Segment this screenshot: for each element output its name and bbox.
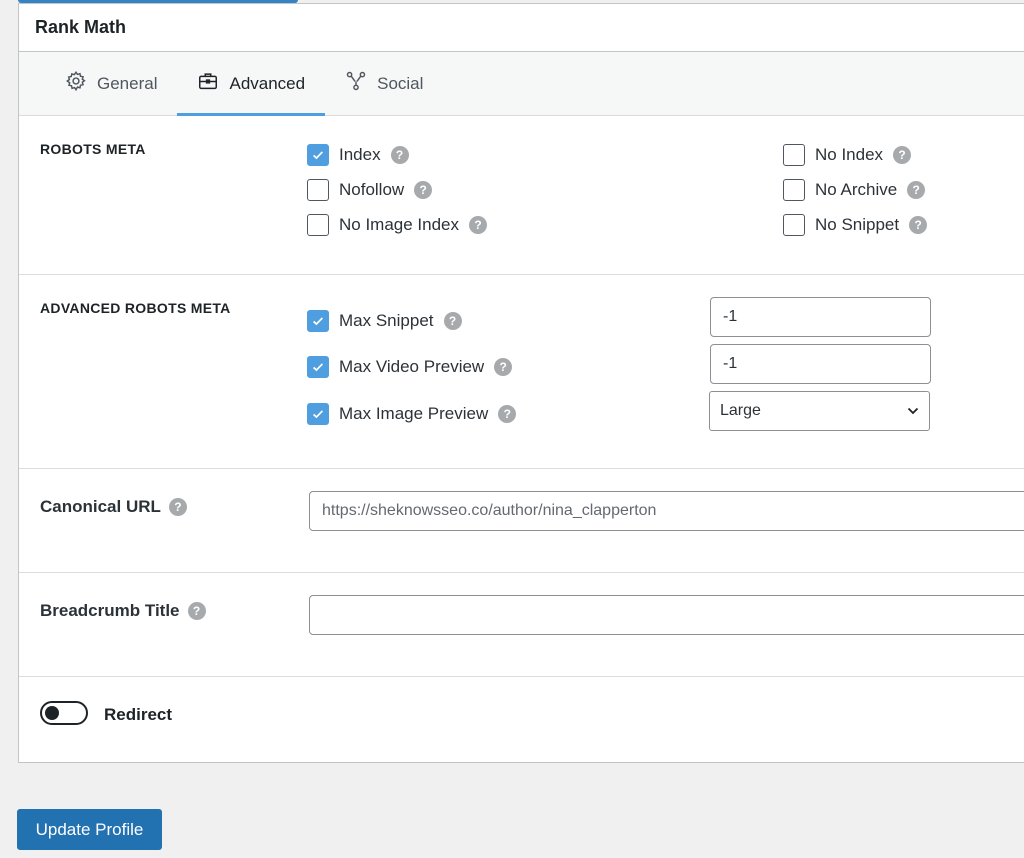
option-no-image-index[interactable]: No Image Index ?: [307, 214, 488, 236]
max-video-preview-input[interactable]: -1: [710, 344, 931, 384]
option-no-snippet[interactable]: No Snippet ?: [783, 214, 928, 236]
option-label: No Archive: [815, 180, 898, 199]
canonical-section: Canonical URL ? https://sheknowsseo.co/a…: [19, 469, 1024, 573]
canonical-label: Canonical URL: [40, 497, 161, 516]
checkbox-max-snippet[interactable]: [307, 310, 329, 332]
gear-icon: [65, 70, 87, 97]
check-icon: [313, 151, 324, 160]
option-label: Max Snippet: [339, 311, 434, 330]
check-icon: [313, 410, 324, 419]
option-label: Max Image Preview: [339, 404, 489, 423]
option-label: Nofollow: [339, 180, 405, 199]
max-snippet-input[interactable]: -1: [710, 297, 931, 337]
update-profile-button[interactable]: Update Profile: [17, 809, 162, 850]
chevron-down-icon: [907, 407, 919, 415]
canonical-url-input[interactable]: https://sheknowsseo.co/author/nina_clapp…: [309, 491, 1024, 531]
tab-advanced-label: Advanced: [229, 73, 306, 93]
select-value: Large: [720, 402, 761, 419]
option-label: Max Video Preview: [339, 357, 485, 376]
toolbox-icon: [197, 70, 219, 97]
checkbox-max-image-preview[interactable]: [307, 403, 329, 425]
help-icon[interactable]: ?: [187, 602, 206, 620]
help-icon[interactable]: ?: [168, 498, 187, 516]
option-max-image-preview[interactable]: Max Image Preview ?: [307, 403, 517, 425]
toggle-knob: [45, 706, 59, 720]
checkbox-no-image-index[interactable]: [307, 214, 329, 236]
check-icon: [313, 363, 324, 372]
checkbox-max-video-preview[interactable]: [307, 356, 329, 378]
breadcrumb-title-input[interactable]: [309, 595, 1024, 635]
option-max-video-preview[interactable]: Max Video Preview ?: [307, 356, 513, 378]
help-icon[interactable]: ?: [498, 405, 517, 423]
check-icon: [313, 317, 324, 326]
option-label: No Image Index: [339, 215, 460, 234]
tab-advanced[interactable]: Advanced: [177, 52, 325, 116]
help-icon[interactable]: ?: [494, 358, 513, 376]
tab-bar: General Advanced Social: [19, 52, 1024, 116]
option-no-index[interactable]: No Index ?: [783, 144, 912, 166]
option-max-snippet[interactable]: Max Snippet ?: [307, 310, 462, 332]
checkbox-no-snippet[interactable]: [783, 214, 805, 236]
share-icon: [345, 70, 367, 97]
advanced-robots-meta-label: ADVANCED ROBOTS META: [40, 300, 231, 316]
checkbox-no-archive[interactable]: [783, 179, 805, 201]
option-index[interactable]: Index ?: [307, 144, 409, 166]
help-icon[interactable]: ?: [443, 312, 462, 330]
tab-social[interactable]: Social: [325, 52, 443, 115]
help-icon[interactable]: ?: [390, 146, 409, 164]
robots-meta-section: ROBOTS META Index ? Nofollow ? No Image …: [19, 117, 1024, 275]
option-label: No Index: [815, 145, 884, 164]
help-icon[interactable]: ?: [909, 216, 928, 234]
help-icon[interactable]: ?: [414, 181, 433, 199]
panel-title: Rank Math: [35, 17, 127, 37]
panel-header: Rank Math: [19, 4, 1024, 52]
option-nofollow[interactable]: Nofollow ?: [307, 179, 433, 201]
breadcrumb-label: Breadcrumb Title: [40, 601, 180, 620]
option-no-archive[interactable]: No Archive ?: [783, 179, 926, 201]
robots-meta-label: ROBOTS META: [40, 141, 146, 157]
breadcrumb-section: Breadcrumb Title ?: [19, 573, 1024, 677]
help-icon[interactable]: ?: [469, 216, 488, 234]
checkbox-index[interactable]: [307, 144, 329, 166]
redirect-toggle[interactable]: [40, 701, 88, 725]
checkbox-nofollow[interactable]: [307, 179, 329, 201]
tab-social-label: Social: [377, 73, 424, 93]
redirect-section: Redirect: [19, 677, 1024, 762]
breadcrumb-label-row: Breadcrumb Title ?: [40, 601, 206, 621]
rank-math-panel: Rank Math General Advanced Social ROBOTS…: [18, 3, 1024, 763]
help-icon[interactable]: ?: [907, 181, 926, 199]
option-label: No Snippet: [815, 215, 900, 234]
option-label: Index: [339, 145, 381, 164]
canonical-label-row: Canonical URL ?: [40, 497, 187, 517]
checkbox-no-index[interactable]: [783, 144, 805, 166]
help-icon[interactable]: ?: [893, 146, 912, 164]
redirect-label: Redirect: [104, 705, 173, 724]
tab-general[interactable]: General: [45, 52, 177, 115]
tab-general-label: General: [97, 73, 158, 93]
max-image-preview-select[interactable]: Large: [709, 391, 930, 431]
advanced-robots-meta-section: ADVANCED ROBOTS META Max Snippet ? -1 Ma…: [19, 275, 1024, 469]
